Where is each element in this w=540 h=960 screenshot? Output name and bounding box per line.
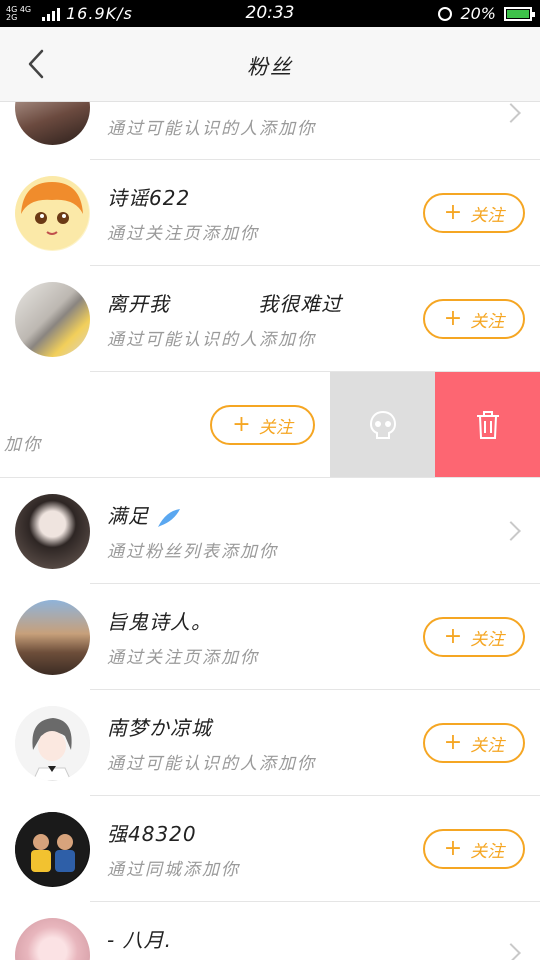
follow-button[interactable]: + 关注 — [210, 405, 315, 445]
header: 粉丝 — [0, 27, 540, 102]
delete-button[interactable] — [435, 372, 540, 478]
skull-icon — [369, 410, 396, 439]
follower-row[interactable]: 强48320 通过同城添加你 + 关注 — [0, 796, 540, 902]
follower-source: 加你 — [4, 435, 42, 455]
avatar[interactable] — [15, 706, 90, 781]
chevron-right-icon — [501, 521, 521, 541]
follower-row[interactable]: 离开我 我很难过 通过可能认识的人添加你 + 关注 — [0, 266, 540, 372]
plus-icon: + — [443, 836, 463, 861]
avatar[interactable] — [15, 102, 90, 145]
follower-name: 旨鬼诗人。 — [107, 610, 212, 634]
follow-label: 关注 — [470, 735, 505, 756]
chevron-right-icon — [501, 943, 521, 960]
follower-name: - 八月. — [107, 928, 172, 952]
alarm-icon — [438, 6, 453, 21]
follow-label: 关注 — [470, 205, 505, 226]
follow-label: 关注 — [470, 311, 505, 332]
follow-button[interactable]: + 关注 — [423, 723, 525, 763]
follower-row[interactable]: 旨鬼诗人。 通过关注页添加你 + 关注 — [0, 584, 540, 690]
follower-source: 通过可能认识的人添加你 — [107, 119, 316, 139]
follow-button[interactable]: + 关注 — [423, 829, 525, 869]
follower-row[interactable]: 满足 通过粉丝列表添加你 — [0, 478, 540, 584]
battery-percent: 20% — [460, 4, 496, 23]
follower-name: 诗谣622 — [107, 186, 191, 210]
page-title: 粉丝 — [247, 55, 293, 79]
follower-name: 离开我 我很难过 — [107, 292, 343, 316]
plus-icon: + — [232, 412, 251, 437]
follow-button[interactable]: + 关注 — [423, 617, 525, 657]
status-bar: 4G 4G 2G 16.9K/s 20:33 20% — [0, 0, 540, 27]
follow-label: 关注 — [258, 417, 293, 438]
follower-source: 通过同城添加你 — [107, 860, 240, 880]
follower-source: 通过可能认识的人添加你 — [107, 330, 316, 350]
follow-label: 关注 — [470, 629, 505, 650]
follower-source: 通过可能认识的人添加你 — [107, 754, 316, 774]
trash-icon — [476, 411, 499, 439]
avatar[interactable] — [15, 812, 90, 887]
avatar[interactable] — [15, 918, 90, 960]
follower-name: 南梦か凉城 — [107, 716, 212, 740]
follower-source: 通过关注页添加你 — [107, 224, 259, 244]
feather-badge-icon — [158, 508, 181, 527]
follower-source: 通过粉丝列表添加你 — [107, 542, 278, 562]
follower-name: 满足 — [107, 500, 182, 529]
follow-label: 关注 — [470, 841, 505, 862]
plus-icon: + — [443, 200, 463, 225]
battery-charging-icon — [504, 6, 535, 21]
avatar[interactable] — [15, 494, 90, 569]
follower-name: 强48320 — [107, 822, 197, 846]
follower-row[interactable]: - 八月. — [0, 902, 540, 960]
avatar[interactable] — [15, 600, 90, 675]
plus-icon: + — [443, 624, 463, 649]
plus-icon: + — [443, 306, 463, 331]
plus-icon: + — [443, 730, 463, 755]
follower-name-text: 满足 — [107, 504, 149, 528]
follower-row[interactable]: 通过可能认识的人添加你 — [0, 102, 540, 160]
ignore-button[interactable] — [330, 372, 435, 478]
follower-source: 通过关注页添加你 — [107, 648, 259, 668]
follower-row-swiped[interactable]: 加你 + 关注 — [0, 372, 540, 478]
chevron-right-icon — [501, 103, 521, 123]
follower-row[interactable]: 南梦か凉城 通过可能认识的人添加你 + 关注 — [0, 690, 540, 796]
follow-button[interactable]: + 关注 — [423, 299, 525, 339]
follower-row[interactable]: 诗谣622 通过关注页添加你 + 关注 — [0, 160, 540, 266]
status-right: 20% — [438, 4, 535, 23]
avatar[interactable] — [15, 282, 90, 357]
avatar[interactable] — [15, 176, 90, 251]
follow-button[interactable]: + 关注 — [423, 193, 525, 233]
